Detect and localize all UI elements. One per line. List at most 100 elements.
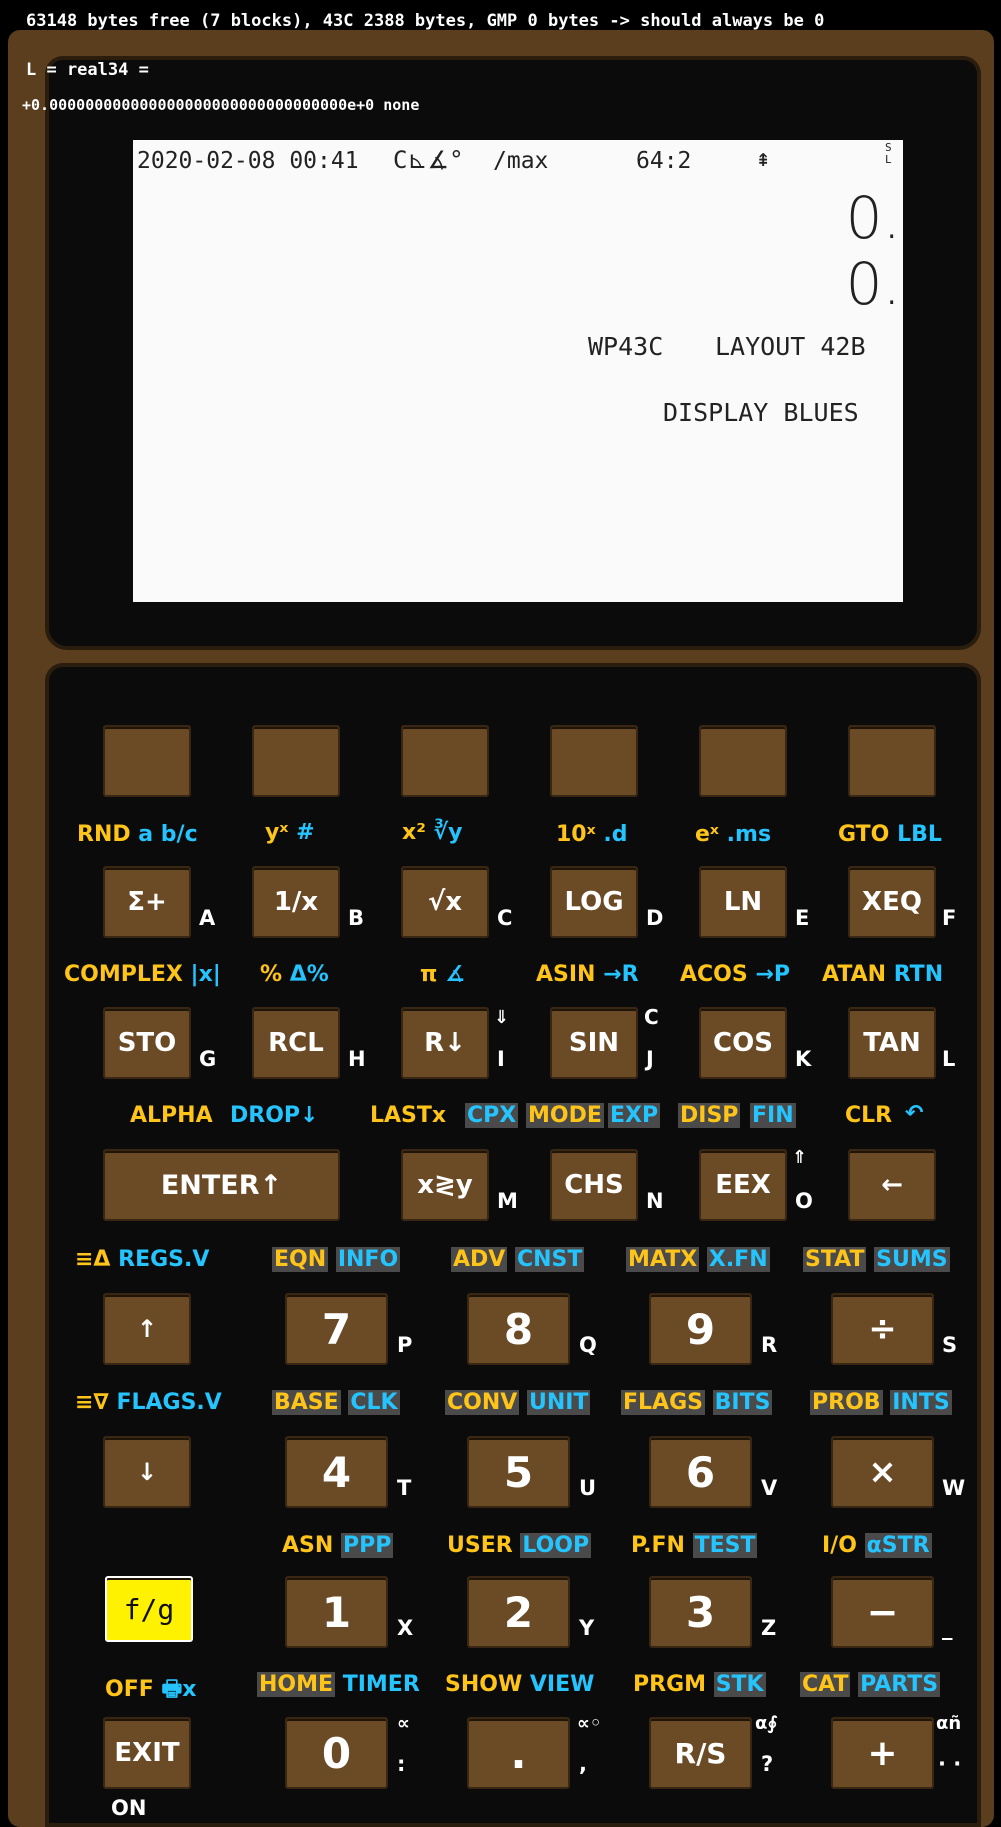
label-rnd-abc: RND a b/c (77, 822, 198, 847)
key-letter-n: N (646, 1189, 664, 1213)
softkey-5[interactable] (699, 725, 787, 797)
label-cpx: CPX (465, 1103, 519, 1128)
digit-1-key[interactable]: 1 (285, 1576, 388, 1648)
lcd-sl-indicator: S L (885, 141, 892, 166)
label-user-loop: USER LOOP (447, 1533, 592, 1558)
label-matx-xfn: MATX X.FN (626, 1247, 770, 1272)
digit-6-key[interactable]: 6 (649, 1436, 752, 1508)
digit-2-key[interactable]: 2 (467, 1576, 570, 1648)
label-complex-abs: COMPLEX |x| (64, 962, 221, 987)
label-yx-hash: yˣ # (265, 820, 315, 845)
key-letter-u: U (579, 1476, 597, 1500)
label-adv-cnst: ADV CNST (451, 1247, 585, 1272)
label-ex-ms: eˣ .ms (695, 822, 772, 847)
key-letter-f: F (942, 906, 957, 930)
digit-3-key[interactable]: 3 (649, 1576, 752, 1648)
softkey-4[interactable] (550, 725, 638, 797)
reciprocal-key[interactable]: 1/x (252, 866, 340, 938)
digit-4-key[interactable]: 4 (285, 1436, 388, 1508)
label-fin: FIN (750, 1103, 796, 1128)
up-arrow-key[interactable]: ↑ (103, 1293, 191, 1365)
roll-down-key[interactable]: R↓ (401, 1007, 489, 1079)
lcd-info-layout: LAYOUT 42B (715, 332, 866, 361)
label-pfn-test: P.FN TEST (631, 1533, 758, 1558)
key-letter-dots: · · (938, 1752, 962, 1776)
key-letter-i: I (497, 1047, 505, 1071)
key-letter-k: K (795, 1047, 812, 1071)
key-letter-question: ? (761, 1752, 774, 1776)
sin-key[interactable]: SIN (550, 1007, 638, 1079)
key-letter-o: O (795, 1189, 813, 1213)
softkey-1[interactable] (103, 725, 191, 797)
rcl-key[interactable]: RCL (252, 1007, 340, 1079)
enter-key[interactable]: ENTER↑ (103, 1149, 340, 1221)
sigma-plus-key[interactable]: Σ+ (103, 866, 191, 938)
softkey-2[interactable] (252, 725, 340, 797)
softkey-6[interactable] (848, 725, 936, 797)
label-pi-angle: π ∡ (420, 962, 465, 987)
down-arrow-key[interactable]: ↓ (103, 1436, 191, 1508)
sin-complex-icon: C (644, 1005, 659, 1029)
ln-key[interactable]: LN (699, 866, 787, 938)
decimal-point-key[interactable]: . (467, 1717, 570, 1789)
key-letter-r: R (761, 1333, 778, 1357)
key-letter-z: Z (761, 1616, 777, 1640)
lcd-info-display: DISPLAY BLUES (663, 398, 859, 427)
chs-key[interactable]: CHS (550, 1149, 638, 1221)
label-drop: DROP↓ (230, 1103, 319, 1128)
roll-down-shift-icon: ⇓ (494, 1007, 510, 1028)
digit-5-key[interactable]: 5 (467, 1436, 570, 1508)
lcd-wordsize: 64:2 (636, 148, 692, 174)
eex-key[interactable]: EEX (699, 1149, 787, 1221)
label-disp: DISP (678, 1103, 741, 1128)
backspace-key[interactable]: ← (848, 1149, 936, 1221)
label-prgm-stk: PRGM STK (633, 1672, 766, 1697)
label-prob-ints: PROB INTS (810, 1390, 952, 1415)
label-off-print: OFF 🖶x (105, 1677, 197, 1702)
sqrt-key[interactable]: √x (401, 866, 489, 938)
tan-key[interactable]: TAN (848, 1007, 936, 1079)
sto-key[interactable]: STO (103, 1007, 191, 1079)
digit-0-key[interactable]: 0 (285, 1717, 388, 1789)
log-key[interactable]: LOG (550, 866, 638, 938)
subtract-key[interactable]: − (831, 1576, 934, 1648)
add-key[interactable]: + (831, 1717, 934, 1789)
lcd-stack-y: 0. (845, 184, 901, 252)
cos-key[interactable]: COS (699, 1007, 787, 1079)
key-letter-g: G (199, 1047, 217, 1071)
label-stat-sums: STAT SUMS (803, 1247, 950, 1272)
label-gto-lbl: GTO LBL (838, 822, 942, 847)
key-dot-alpha-sup: ∝◦ (577, 1713, 602, 1734)
softkey-3[interactable] (401, 725, 489, 797)
key-rs-alpha-sup: α∮ (755, 1713, 778, 1734)
key-letter-q: Q (579, 1333, 597, 1357)
label-asin-r: ASIN →R (536, 962, 639, 987)
label-io-astr: I/O αSTR (822, 1533, 932, 1558)
lcd-datetime: 2020-02-08 00:41 (137, 148, 359, 174)
swap-xy-key[interactable]: x≷y (401, 1149, 489, 1221)
label-asn-ppp: ASN PPP (282, 1533, 394, 1558)
digit-9-key[interactable]: 9 (649, 1293, 752, 1365)
exit-key[interactable]: EXIT (103, 1717, 191, 1789)
label-10x-d: 10ˣ .d (556, 822, 628, 847)
run-stop-key[interactable]: R/S (649, 1717, 752, 1789)
key-letter-b: B (348, 906, 365, 930)
key-letter-m: M (497, 1189, 518, 1213)
key-0-alpha-sup: ∝ (397, 1713, 410, 1734)
label-regs-v: ≡Δ REGS.V (75, 1247, 210, 1272)
multiply-key[interactable]: × (831, 1436, 934, 1508)
fg-shift-key[interactable]: f/g (105, 1576, 193, 1642)
xeq-key[interactable]: XEQ (848, 866, 936, 938)
divide-key[interactable]: ÷ (831, 1293, 934, 1365)
key-letter-h: H (348, 1047, 366, 1071)
lcd-shift-arrow-icon: ⇞ (756, 144, 771, 172)
key-letter-e: E (795, 906, 810, 930)
memory-status-line: 63148 bytes free (7 blocks), 43C 2388 by… (26, 11, 825, 31)
digit-7-key[interactable]: 7 (285, 1293, 388, 1365)
key-letter-on: ON (111, 1796, 147, 1820)
undo-icon: ↶ (905, 1101, 924, 1126)
key-letter-p: P (397, 1333, 413, 1357)
label-flags-bits: FLAGS BITS (621, 1390, 773, 1415)
digit-8-key[interactable]: 8 (467, 1293, 570, 1365)
key-letter-underscore: _ (942, 1616, 953, 1640)
